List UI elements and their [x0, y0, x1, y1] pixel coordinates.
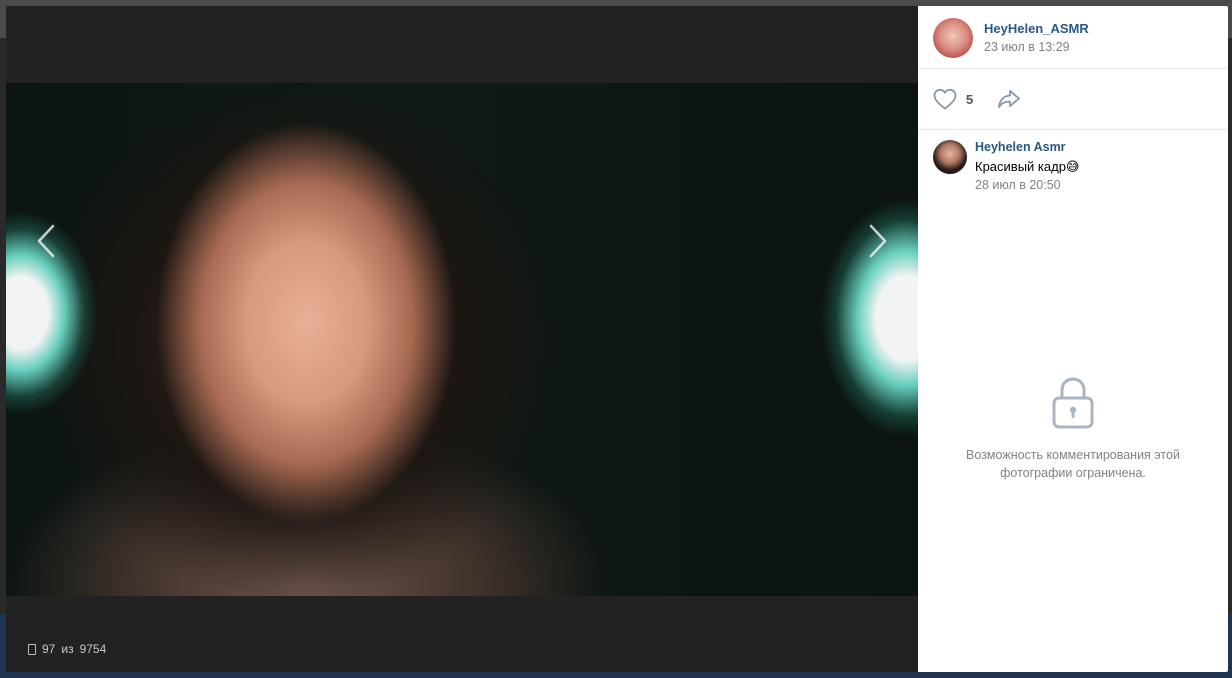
comments-restricted-notice: Возможность комментирования этой фотогра… [918, 376, 1228, 482]
restricted-message: Возможность комментирования этой фотогра… [966, 448, 1180, 480]
like-count: 5 [966, 91, 974, 107]
previous-photo-button[interactable] [26, 216, 66, 266]
lock-icon [1052, 377, 1094, 429]
next-photo-button[interactable] [858, 216, 898, 266]
share-button[interactable] [996, 87, 1022, 116]
photo-viewer: 97 из 9754 HeyHelen_ASMR 23 июл в 13:29 … [6, 6, 1228, 672]
author-avatar[interactable] [933, 18, 973, 58]
chevron-left-icon [37, 224, 55, 258]
actions-bar: 5 [918, 69, 1228, 130]
comment-date[interactable]: 28 июл в 20:50 [975, 178, 1061, 192]
author-block: HeyHelen_ASMR 23 июл в 13:29 [918, 6, 1228, 69]
photo-area[interactable]: 97 из 9754 [6, 6, 918, 672]
counter-separator: из [61, 642, 74, 656]
comment-text: Красивый кадр😅 [975, 159, 1080, 174]
counter-icon [28, 643, 36, 655]
share-arrow-icon [998, 90, 1020, 108]
photo-counter: 97 из 9754 [28, 642, 106, 656]
comment-avatar[interactable] [933, 140, 967, 174]
chevron-right-icon [869, 224, 887, 258]
post-date[interactable]: 23 июл в 13:29 [984, 40, 1070, 54]
like-button[interactable]: 5 [932, 87, 973, 111]
photo-sidebar: HeyHelen_ASMR 23 июл в 13:29 5 Heyhelen … [918, 6, 1228, 672]
heart-icon [933, 88, 957, 110]
photo[interactable] [6, 83, 918, 596]
counter-current: 97 [42, 642, 56, 656]
counter-total: 9754 [79, 642, 107, 656]
comment-author-link[interactable]: Heyhelen Asmr [975, 140, 1066, 154]
comment-item: Heyhelen Asmr Красивый кадр😅 28 июл в 20… [918, 130, 1228, 200]
author-name-link[interactable]: HeyHelen_ASMR [984, 21, 1089, 36]
